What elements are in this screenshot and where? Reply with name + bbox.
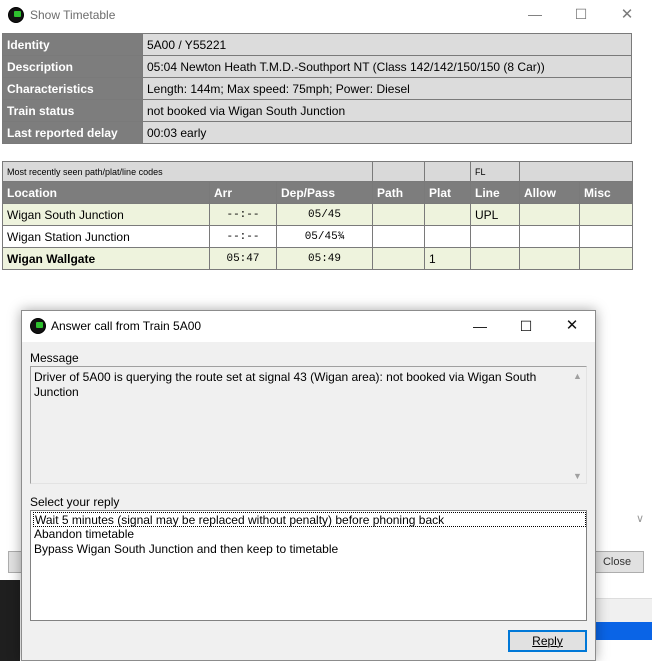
chevron-down-icon[interactable]: ▼ xyxy=(569,471,586,481)
info-row-characteristics: Characteristics Length: 144m; Max speed:… xyxy=(2,77,632,100)
timetable-window-title: Show Timetable xyxy=(30,8,116,22)
table-row[interactable]: Wigan Station Junction --:-- 05/45¾ xyxy=(2,225,634,248)
fl-caption: FL xyxy=(470,161,521,182)
reply-option[interactable]: Bypass Wigan South Junction and then kee… xyxy=(33,542,586,557)
train-info-table: Identity 5A00 / Y55221 Description 05:04… xyxy=(2,33,632,144)
path-cell xyxy=(372,247,426,270)
table-row[interactable]: Wigan South Junction --:-- 05/45 UPL xyxy=(2,203,634,226)
location-cell: Wigan South Junction xyxy=(2,203,210,226)
info-row-identity: Identity 5A00 / Y55221 xyxy=(2,33,632,56)
info-row-description: Description 05:04 Newton Heath T.M.D.-So… xyxy=(2,55,632,78)
info-label: Description xyxy=(2,55,143,78)
path-table-header: Location Arr Dep/Pass Path Plat Line All… xyxy=(2,181,634,204)
table-row[interactable]: Wigan Wallgate 05:47 05:49 1 xyxy=(2,247,634,270)
background-panel xyxy=(0,580,20,661)
highlight-strip xyxy=(593,622,652,640)
info-label: Last reported delay xyxy=(2,121,143,144)
close-icon[interactable]: ✕ xyxy=(549,311,595,342)
dep-cell: 05/45¾ xyxy=(275,225,374,248)
maximize-icon[interactable]: ☐ xyxy=(503,311,549,342)
column-header: Misc xyxy=(579,181,634,204)
info-row-last-delay: Last reported delay 00:03 early xyxy=(2,121,632,144)
column-header: Plat xyxy=(424,181,472,204)
timetable-titlebar: Show Timetable — ☐ ✕ xyxy=(0,0,652,30)
line-cell xyxy=(470,247,521,270)
info-label: Train status xyxy=(2,99,143,122)
path-table-caption: Most recently seen path/plat/line codes xyxy=(1,161,374,182)
column-header: Location xyxy=(2,181,210,204)
misc-cell xyxy=(579,203,634,226)
path-table: Most recently seen path/plat/line codes … xyxy=(1,161,634,270)
allow-cell xyxy=(519,247,581,270)
reply-listbox[interactable]: Wait 5 minutes (signal may be replaced w… xyxy=(30,510,587,621)
plat-cell: 1 xyxy=(424,247,472,270)
column-header: Path xyxy=(372,181,426,204)
message-scrollbar[interactable]: ▲ ▼ xyxy=(569,367,586,483)
misc-cell xyxy=(579,247,634,270)
reply-button[interactable]: Reply xyxy=(508,630,587,652)
dep-cell: 05:49 xyxy=(275,247,374,270)
line-cell: UPL xyxy=(470,203,521,226)
column-header: Allow xyxy=(519,181,581,204)
arr-cell: --:-- xyxy=(209,203,277,226)
minimize-icon[interactable]: — xyxy=(512,0,558,30)
location-cell: Wigan Station Junction xyxy=(2,225,210,248)
maximize-icon[interactable]: ☐ xyxy=(558,0,604,30)
misc-cell xyxy=(579,225,634,248)
info-row-train-status: Train status not booked via Wigan South … xyxy=(2,99,632,122)
chevron-up-icon[interactable]: ▲ xyxy=(569,371,586,381)
close-button[interactable]: Close xyxy=(590,551,644,573)
reply-option[interactable]: Wait 5 minutes (signal may be replaced w… xyxy=(33,512,586,527)
chevron-down-icon[interactable]: ∨ xyxy=(636,512,644,525)
status-strip xyxy=(593,598,652,622)
close-icon[interactable]: ✕ xyxy=(604,0,650,30)
allow-cell xyxy=(519,225,581,248)
line-cell xyxy=(470,225,521,248)
dialog-titlebar: Answer call from Train 5A00 — ☐ ✕ xyxy=(22,311,595,342)
minimize-icon[interactable]: — xyxy=(457,311,503,342)
train-app-icon xyxy=(30,318,46,334)
column-header: Line xyxy=(470,181,521,204)
message-textbox[interactable]: Driver of 5A00 is querying the route set… xyxy=(30,366,587,484)
plat-cell xyxy=(424,203,472,226)
info-value: Length: 144m; Max speed: 75mph; Power: D… xyxy=(142,77,632,100)
message-label: Message xyxy=(30,351,79,365)
plat-cell xyxy=(424,225,472,248)
path-cell xyxy=(372,225,426,248)
path-cell xyxy=(372,203,426,226)
column-header: Arr xyxy=(209,181,277,204)
info-value: not booked via Wigan South Junction xyxy=(142,99,632,122)
answer-call-dialog: Answer call from Train 5A00 — ☐ ✕ Messag… xyxy=(21,310,596,661)
message-text: Driver of 5A00 is querying the route set… xyxy=(34,370,537,399)
info-label: Identity xyxy=(2,33,143,56)
info-value: 00:03 early xyxy=(142,121,632,144)
info-value: 05:04 Newton Heath T.M.D.-Southport NT (… xyxy=(142,55,632,78)
column-header: Dep/Pass xyxy=(275,181,374,204)
partial-button[interactable] xyxy=(8,551,22,573)
info-label: Characteristics xyxy=(2,77,143,100)
reply-button-label: Reply xyxy=(532,634,563,648)
arr-cell: 05:47 xyxy=(209,247,277,270)
info-value: 5A00 / Y55221 xyxy=(142,33,632,56)
path-table-caption-row: Most recently seen path/plat/line codes … xyxy=(1,161,634,182)
dialog-title: Answer call from Train 5A00 xyxy=(51,319,202,333)
location-cell: Wigan Wallgate xyxy=(2,247,210,270)
dep-cell: 05/45 xyxy=(275,203,374,226)
allow-cell xyxy=(519,203,581,226)
arr-cell: --:-- xyxy=(209,225,277,248)
train-app-icon xyxy=(8,7,24,23)
reply-label: Select your reply xyxy=(30,495,120,509)
reply-option[interactable]: Abandon timetable xyxy=(33,527,586,542)
